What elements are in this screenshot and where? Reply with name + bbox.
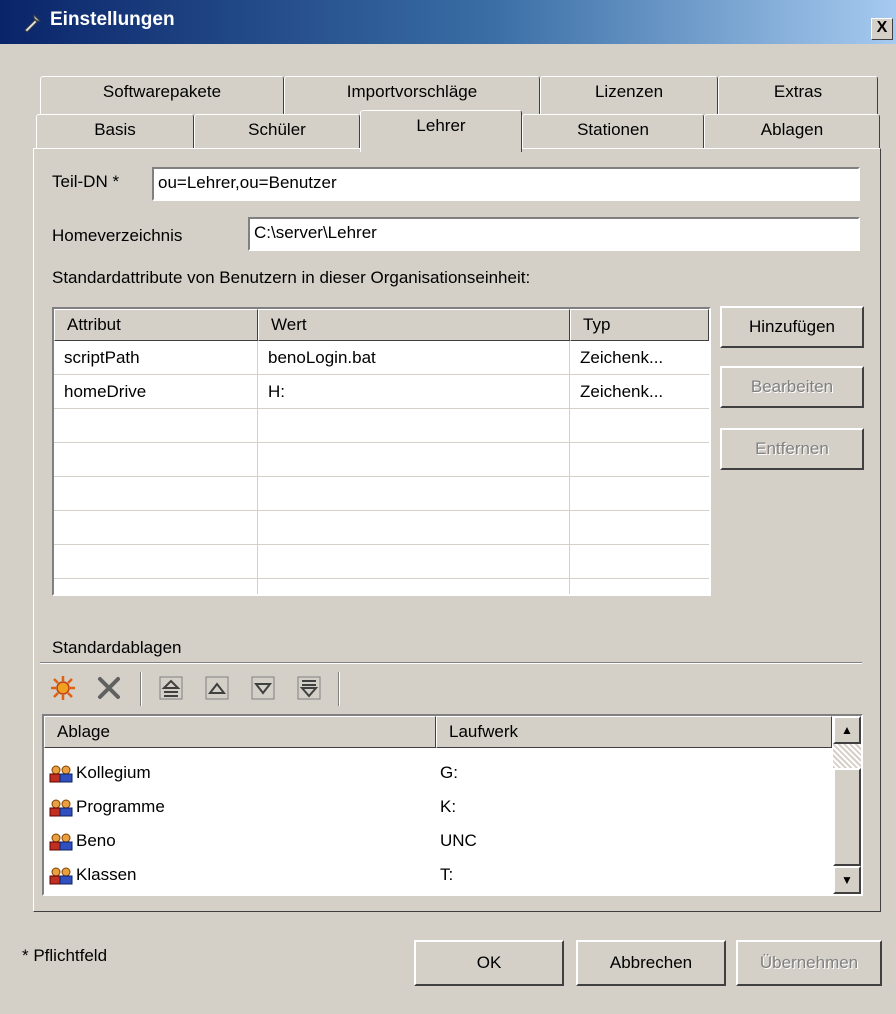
ablagen-table[interactable]: Ablage Laufwerk Kollegium G: Programme K…: [42, 714, 863, 896]
ok-button[interactable]: OK: [414, 940, 564, 986]
group-icon: [49, 867, 73, 885]
list-item[interactable]: Beno: [48, 824, 116, 858]
table-row[interactable]: scriptPath benoLogin.bat Zeichenk...: [54, 341, 709, 375]
tab-label: Ablagen: [760, 120, 824, 139]
required-note: * Pflichtfeld: [22, 946, 108, 965]
ablage-name: Kollegium: [76, 763, 151, 782]
toolbar-separator: [140, 672, 142, 706]
ablage-name: Klassen: [76, 865, 137, 884]
tab-schueler[interactable]: Schüler: [194, 114, 360, 150]
laufwerk-value: T:: [440, 865, 454, 884]
attribute-table[interactable]: Attribut Wert Typ scriptPath benoLogin.b…: [52, 307, 711, 596]
ablage-name: Programme: [76, 797, 165, 816]
table-row-empty: [54, 511, 709, 545]
close-button[interactable]: X: [871, 18, 893, 40]
scroll-down-button[interactable]: ▼: [833, 866, 861, 894]
section-divider: [40, 662, 862, 664]
std-attr-label: Standardattribute von Benutzern in diese…: [52, 268, 531, 287]
tab-label: Extras: [773, 82, 823, 101]
tab-lehrer[interactable]: Lehrer: [360, 110, 522, 152]
cell-attribut: scriptPath: [54, 341, 258, 374]
laufwerk-value: G:: [440, 763, 458, 782]
scroll-up-button[interactable]: ▲: [833, 716, 861, 744]
delete-icon[interactable]: [94, 673, 124, 703]
remove-button[interactable]: Entfernen: [720, 428, 864, 470]
move-up-icon[interactable]: [202, 673, 232, 703]
tab-ablagen[interactable]: Ablagen: [704, 114, 880, 150]
move-top-icon[interactable]: [156, 673, 186, 703]
list-item[interactable]: Programme: [48, 790, 165, 824]
table-row-empty: [54, 477, 709, 511]
cell-attribut: homeDrive: [54, 375, 258, 408]
laufwerk-value: K:: [440, 797, 457, 816]
column-header-laufwerk[interactable]: Laufwerk: [436, 716, 832, 748]
move-down-icon[interactable]: [248, 673, 278, 703]
cell-typ: Zeichenk...: [580, 348, 664, 367]
table-row-empty: [54, 545, 709, 579]
add-button[interactable]: Hinzufügen: [720, 306, 864, 348]
tab-label: Importvorschläge: [346, 82, 478, 101]
tab-label: Softwarepakete: [102, 82, 222, 101]
list-item[interactable]: Kollegium: [48, 756, 151, 790]
standardablagen-label: Standardablagen: [52, 638, 182, 657]
group-icon: [49, 765, 73, 783]
toolbar-separator: [338, 672, 340, 706]
table-row-empty: [54, 443, 709, 477]
tab-label: Lehrer: [416, 116, 466, 135]
tab-label: Basis: [94, 120, 136, 139]
ablage-name: Beno: [76, 831, 116, 850]
tab-label: Lizenzen: [594, 82, 664, 101]
settings-icon: [24, 14, 41, 33]
edit-button[interactable]: Bearbeiten: [720, 366, 864, 408]
new-icon[interactable]: [48, 673, 78, 703]
vertical-scrollbar[interactable]: ▲ ▼: [833, 716, 861, 894]
teil-dn-input[interactable]: ou=Lehrer,ou=Benutzer: [152, 167, 860, 201]
scroll-track[interactable]: [833, 744, 861, 768]
column-header-attribut[interactable]: Attribut: [54, 309, 258, 341]
group-icon: [49, 833, 73, 851]
column-header-typ[interactable]: Typ: [570, 309, 709, 341]
tab-lizenzen[interactable]: Lizenzen: [540, 76, 718, 116]
cell-wert: benoLogin.bat: [258, 341, 570, 374]
table-row-empty: [54, 579, 709, 594]
teil-dn-label: Teil-DN *: [52, 172, 120, 191]
tab-extras[interactable]: Extras: [718, 76, 878, 116]
cell-typ: Zeichenk...: [580, 382, 664, 401]
move-bottom-icon[interactable]: [294, 673, 324, 703]
cell-wert: H:: [258, 375, 570, 408]
tab-label: Schüler: [248, 120, 306, 139]
tab-basis[interactable]: Basis: [36, 114, 194, 150]
laufwerk-value: UNC: [440, 831, 477, 850]
homeverzeichnis-input[interactable]: C:\server\Lehrer: [248, 217, 860, 251]
tab-stationen[interactable]: Stationen: [522, 114, 704, 150]
cancel-button[interactable]: Abbrechen: [576, 940, 726, 986]
scroll-thumb[interactable]: [833, 768, 861, 866]
group-icon: [49, 799, 73, 817]
table-row-empty: [54, 409, 709, 443]
column-header-ablage[interactable]: Ablage: [44, 716, 436, 748]
list-item[interactable]: Klassen: [48, 858, 136, 892]
table-row[interactable]: homeDrive H: Zeichenk...: [54, 375, 709, 409]
tab-label: Stationen: [577, 120, 649, 139]
apply-button[interactable]: Übernehmen: [736, 940, 882, 986]
window-title: Einstellungen: [50, 9, 175, 30]
tab-softwarepakete[interactable]: Softwarepakete: [40, 76, 284, 116]
column-header-wert[interactable]: Wert: [258, 309, 570, 341]
homeverzeichnis-label: Homeverzeichnis: [52, 226, 183, 245]
